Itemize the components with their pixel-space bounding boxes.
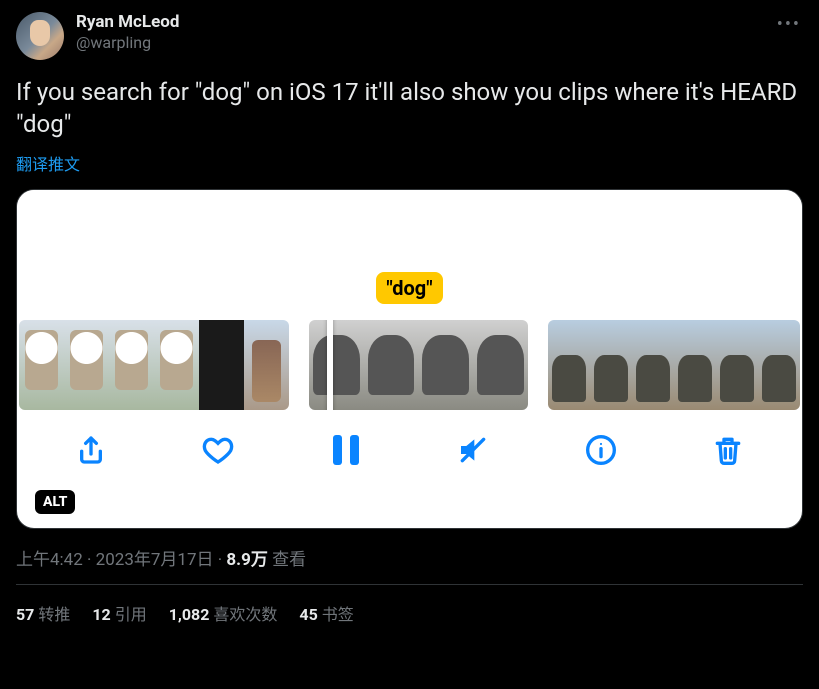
media-toolbar — [17, 410, 802, 468]
tweet-time[interactable]: 上午4:42 — [16, 550, 83, 570]
video-timeline[interactable] — [17, 320, 802, 410]
views-label: 查看 — [272, 550, 306, 570]
clip-group-1[interactable] — [19, 320, 289, 410]
thumbnail — [244, 320, 289, 410]
stat-likes[interactable]: 1,082喜欢次数 — [169, 601, 278, 625]
tweet-header: Ryan McLeod @warpling — [16, 12, 803, 60]
media-whitespace — [17, 190, 802, 272]
more-icon[interactable]: ••• — [777, 14, 801, 35]
handle: @warpling — [76, 33, 803, 53]
meta-separator: · — [83, 550, 96, 570]
pause-icon[interactable] — [328, 432, 364, 468]
stat-count: 45 — [299, 605, 317, 624]
thumbnail — [19, 320, 64, 410]
search-term-wrap: "dog" — [17, 272, 802, 304]
stat-label: 喜欢次数 — [213, 605, 277, 624]
stat-quotes[interactable]: 12 引用 — [92, 601, 146, 625]
thumbnail — [309, 320, 364, 410]
mute-icon[interactable] — [455, 432, 491, 468]
stat-bookmarks[interactable]: 45 书签 — [299, 601, 353, 625]
tweet-container: Ryan McLeod @warpling ••• If you search … — [0, 0, 819, 633]
thumbnail — [674, 320, 716, 410]
thumbnail — [473, 320, 528, 410]
share-icon[interactable] — [73, 432, 109, 468]
stat-label: 书签 — [322, 605, 354, 624]
tweet-text: If you search for "dog" on iOS 17 it'll … — [16, 76, 803, 141]
clip-group-3[interactable] — [548, 320, 800, 410]
stat-label: 转推 — [38, 605, 70, 624]
info-icon[interactable] — [583, 432, 619, 468]
trash-icon[interactable] — [710, 432, 746, 468]
clip-group-2[interactable] — [309, 320, 529, 410]
thumbnail — [418, 320, 473, 410]
thumbnail — [548, 320, 590, 410]
stats-row: 57转推 12 引用 1,082喜欢次数 45 书签 — [16, 585, 803, 633]
thumbnail — [716, 320, 758, 410]
thumbnail — [109, 320, 154, 410]
thumbnail — [590, 320, 632, 410]
thumbnail — [364, 320, 419, 410]
thumbnail — [758, 320, 800, 410]
views-count: 8.9万 — [226, 550, 267, 570]
playhead[interactable] — [327, 320, 333, 410]
thumbnail — [64, 320, 109, 410]
stat-count: 1,082 — [169, 605, 210, 624]
stat-count: 12 — [92, 605, 110, 624]
tweet-date[interactable]: 2023年7月17日 — [96, 550, 214, 570]
stat-count: 57 — [16, 605, 34, 624]
media-card[interactable]: "dog" — [16, 189, 803, 529]
heart-icon[interactable] — [200, 432, 236, 468]
thumbnail — [199, 320, 244, 410]
search-term-badge: "dog" — [376, 272, 442, 304]
translate-link[interactable]: 翻译推文 — [16, 151, 80, 175]
stat-retweets[interactable]: 57转推 — [16, 601, 70, 625]
display-name: Ryan McLeod — [76, 12, 803, 33]
avatar[interactable] — [16, 12, 64, 60]
tweet-meta: 上午4:42 · 2023年7月17日 · 8.9万 查看 — [16, 545, 803, 570]
stat-label: 引用 — [115, 605, 147, 624]
author-names[interactable]: Ryan McLeod @warpling — [76, 12, 803, 53]
alt-badge[interactable]: ALT — [35, 490, 75, 514]
thumbnail — [632, 320, 674, 410]
meta-separator: · — [214, 550, 227, 570]
thumbnail — [154, 320, 199, 410]
